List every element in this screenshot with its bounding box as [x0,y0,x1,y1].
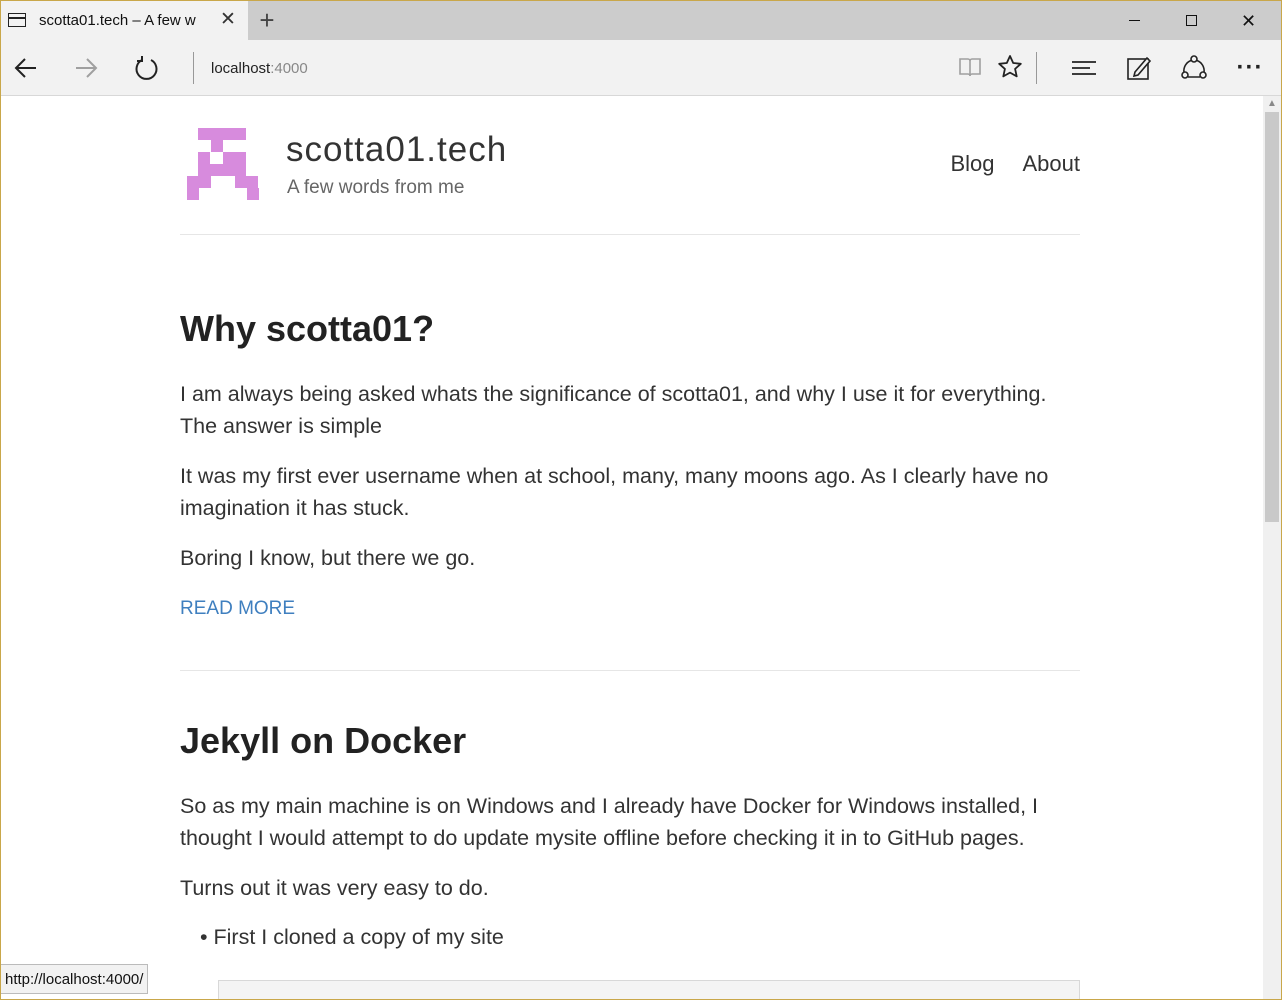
arrow-right-icon [76,58,98,78]
status-url: http://localhost:4000/ [0,964,149,994]
site-logo[interactable] [187,128,261,202]
post-title[interactable]: Jekyll on Docker [180,720,1080,762]
list-item: • First I cloned a copy of my site [200,925,504,950]
site-title[interactable]: scotta01.tech [286,130,507,170]
logo-block [198,152,210,164]
refresh-button[interactable] [128,50,164,86]
post-body: Boring I know, but there we go. [180,542,1080,574]
logo-block [223,152,246,164]
logo-block [247,188,259,200]
tab-title: scotta01.tech – A few w [39,12,196,29]
post-paragraph: So as my main machine is on Windows and … [180,794,1038,850]
more-icon: ··· [1236,54,1264,81]
post-divider [180,670,1080,671]
page-viewport: scotta01.tech A few words from me Blog Ab… [0,96,1264,1000]
post: Why scotta01? [180,308,1080,350]
page-icon [8,13,26,27]
favorite-button[interactable] [996,54,1024,82]
refresh-icon [135,56,158,80]
nav-about-link[interactable]: About [1023,151,1081,176]
bullet-marker: • [200,925,214,949]
scroll-thumb[interactable] [1265,112,1279,522]
browser-tab[interactable]: scotta01.tech – A few w ✕ [0,1,248,41]
logo-block [211,140,223,152]
minimize-icon [1129,20,1140,21]
share-icon [1181,55,1207,79]
site-header: scotta01.tech A few words from me Blog Ab… [180,96,1080,235]
forward-button[interactable] [68,50,104,86]
post-title[interactable]: Why scotta01? [180,308,1080,350]
logo-block [198,128,246,140]
post-body: Turns out it was very easy to do. [180,872,1080,904]
back-button[interactable] [8,50,44,86]
star-icon [998,55,1022,78]
logo-block [198,164,246,176]
minimize-button[interactable] [1106,1,1163,41]
tab-bar: scotta01.tech – A few w ✕ + ✕ [0,0,1282,41]
hub-icon [1072,61,1096,75]
more-button[interactable]: ··· [1236,54,1264,82]
post-body: So as my main machine is on Windows and … [180,790,1080,854]
code-block [218,980,1080,1000]
browser-toolbar: localhost:4000 ··· [0,40,1282,96]
scroll-up-icon[interactable]: ▲ [1267,98,1277,109]
close-window-button[interactable]: ✕ [1220,1,1277,41]
post-footer: READ MORE [180,598,1080,620]
share-button[interactable] [1180,54,1208,82]
web-note-button[interactable] [1125,54,1153,82]
new-tab-button[interactable]: + [255,6,279,34]
close-tab-icon[interactable]: ✕ [220,10,236,30]
post-paragraph: Boring I know, but there we go. [180,546,476,570]
address-port: :4000 [270,60,308,77]
arrow-left-icon [14,58,36,78]
logo-block [187,176,211,188]
maximize-button[interactable] [1163,1,1220,41]
address-host: localhost [211,60,271,77]
reading-view-icon [959,58,981,77]
nav-blog-link[interactable]: Blog [950,151,994,176]
post-paragraph: Turns out it was very easy to do. [180,876,489,900]
vertical-scrollbar[interactable]: ▲ [1263,96,1281,1000]
post-body: I am always being asked whats the signif… [180,378,1080,442]
logo-block [187,188,199,200]
toolbar-separator [1036,52,1037,84]
reading-view-button[interactable] [956,54,984,82]
post-paragraph: It was my first ever username when at sc… [180,464,1049,520]
web-note-icon [1127,56,1152,80]
address-separator [193,52,194,84]
read-more-link[interactable]: READ MORE [180,598,295,619]
logo-block [235,176,258,188]
site-description: A few words from me [287,177,465,198]
post-body: It was my first ever username when at sc… [180,460,1080,524]
site-nav: Blog About [922,151,1080,177]
post-paragraph: I am always being asked whats the signif… [180,382,1047,438]
hub-button[interactable] [1070,54,1098,82]
post: Jekyll on Docker [180,720,1080,762]
address-bar[interactable]: localhost:4000 [211,60,308,77]
list-item-text: First I cloned a copy of my site [213,925,504,949]
maximize-icon [1186,15,1197,26]
